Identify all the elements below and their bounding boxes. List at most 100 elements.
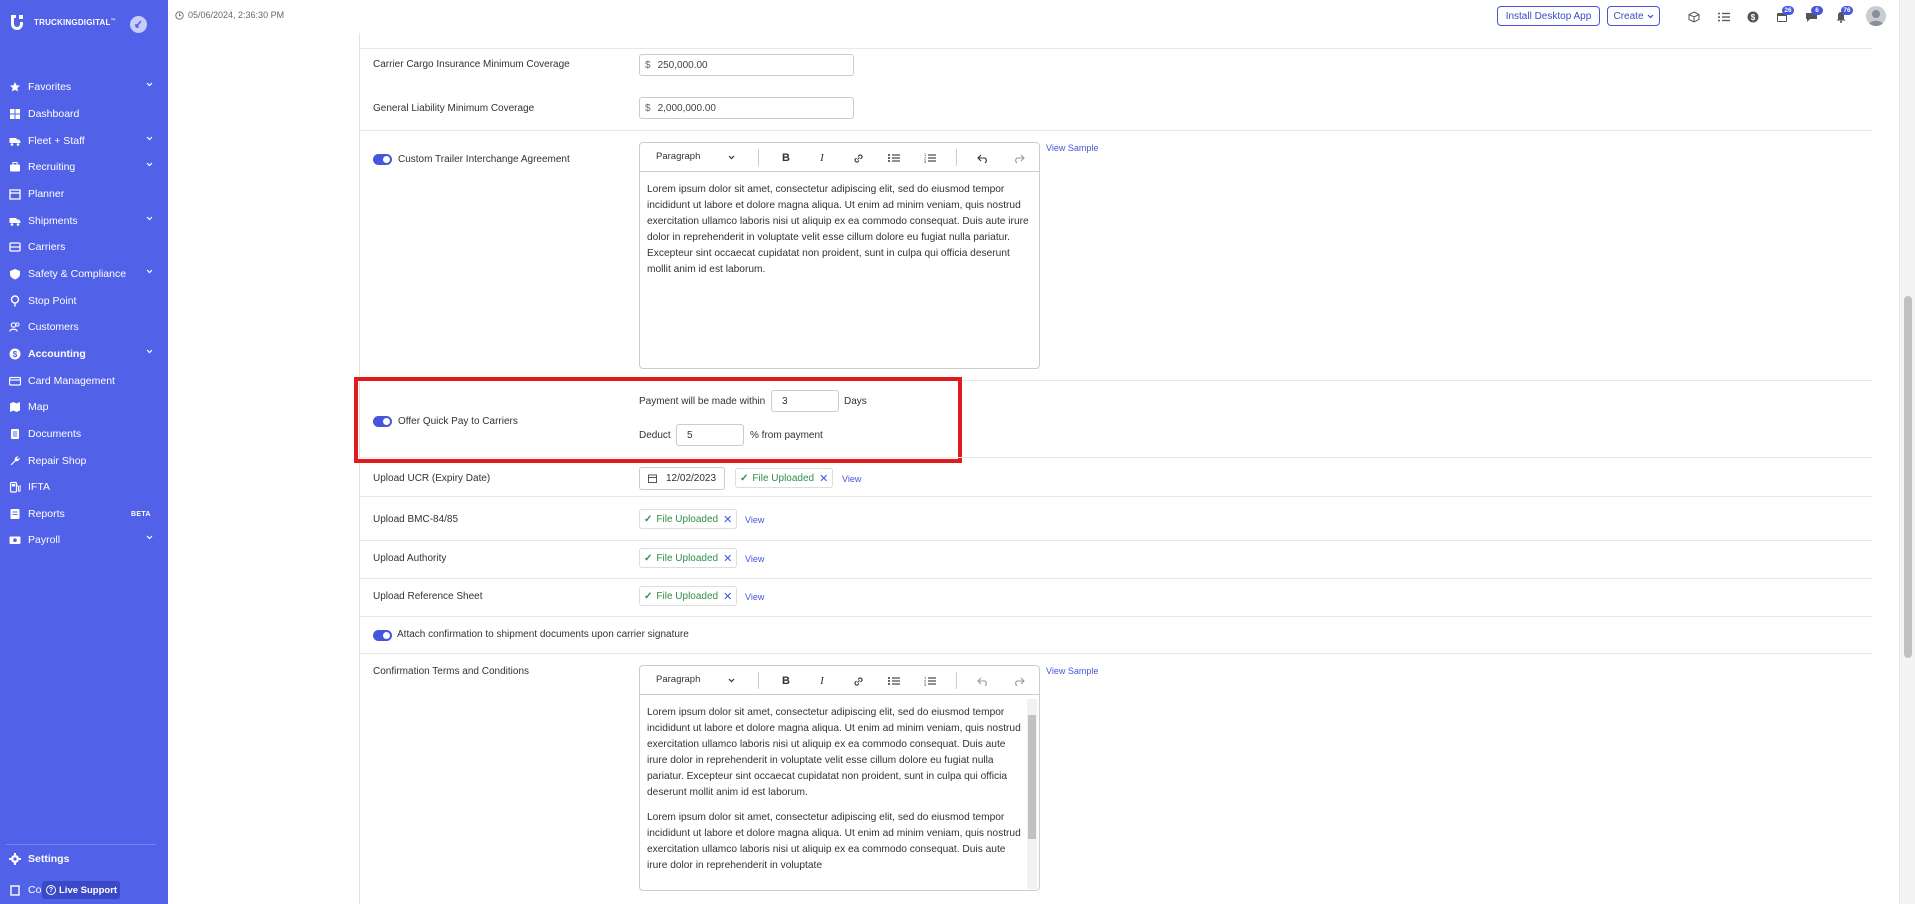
sidebar-item-customers[interactable]: Customers [0, 317, 168, 337]
editor-scrollbar[interactable] [1027, 699, 1037, 889]
payroll-icon [8, 534, 21, 547]
sidebar-item-map[interactable]: Map [0, 397, 168, 417]
editor-content[interactable]: Lorem ipsum dolor sit amet, consectetur … [640, 695, 1039, 890]
reference-view-link[interactable]: View [745, 592, 764, 602]
remove-file-icon[interactable]: ✕ [723, 590, 732, 603]
italic-icon[interactable]: I [815, 151, 829, 165]
bell-icon[interactable]: 76 [1834, 6, 1853, 24]
calendar-icon[interactable]: 26 [1775, 6, 1794, 24]
sidebar-item-favorites[interactable]: Favorites [0, 77, 168, 97]
box-icon[interactable] [1687, 10, 1701, 24]
editor-toolbar: Paragraph B I 123 [640, 143, 1039, 172]
sidebar-item-dashboard[interactable]: Dashboard [0, 104, 168, 124]
remove-file-icon[interactable]: ✕ [723, 552, 732, 565]
bold-icon[interactable]: B [779, 674, 793, 688]
trailer-agreement-toggle[interactable] [373, 154, 392, 165]
create-button[interactable]: Create [1607, 6, 1660, 26]
ucr-view-link[interactable]: View [842, 474, 861, 484]
avatar[interactable] [1866, 6, 1886, 26]
sidebar-item-carriers[interactable]: Carriers [0, 237, 168, 257]
undo-icon[interactable] [976, 674, 990, 688]
row-divider [360, 48, 1872, 49]
undo-icon[interactable] [976, 151, 990, 165]
remove-file-icon[interactable]: ✕ [723, 513, 732, 526]
chevron-down-icon[interactable] [146, 269, 153, 274]
terms-editor[interactable]: Paragraph B I 123 Lorem ipsum dolor sit … [639, 665, 1040, 891]
sidebar-item-shipments[interactable]: Shipments [0, 211, 168, 231]
format-select[interactable]: Paragraph [656, 151, 700, 162]
chevron-down-icon[interactable] [146, 535, 153, 540]
sidebar-item-stop-point[interactable]: Stop Point [0, 291, 168, 311]
brand[interactable]: TRUCKINGDIGITAL™ [9, 13, 159, 35]
payment-days-input[interactable]: 3 [771, 390, 839, 412]
quickpay-toggle[interactable] [373, 416, 392, 427]
trailer-view-sample-link[interactable]: View Sample [1046, 143, 1098, 153]
chevron-down-icon[interactable] [146, 136, 153, 141]
italic-icon[interactable]: I [815, 674, 829, 688]
sidebar-item-label: Repair Shop [28, 455, 87, 467]
trailer-agreement-editor[interactable]: Paragraph B I 123 Lorem ipsum dolor sit … [639, 142, 1040, 369]
fuel-icon [8, 481, 21, 494]
format-select[interactable]: Paragraph [656, 674, 700, 685]
sidebar-item-settings[interactable]: Settings [0, 849, 168, 869]
ucr-expiry-date-input[interactable]: 12/02/2023 [639, 467, 725, 490]
deduct-percent-input[interactable]: 5 [676, 424, 744, 446]
chevron-down-icon[interactable] [146, 216, 153, 221]
sidebar-item-fleet-staff[interactable]: Fleet + Staff [0, 131, 168, 151]
cargo-coverage-input[interactable]: $ 250,000.00 [639, 54, 854, 76]
sidebar-item-payroll[interactable]: Payroll [0, 530, 168, 550]
sidebar-item-documents[interactable]: Documents [0, 424, 168, 444]
sidebar-item-planner[interactable]: Planner [0, 184, 168, 204]
svg-text:$: $ [12, 350, 17, 359]
sidebar-item-label: Safety & Compliance [28, 268, 127, 280]
chat-icon[interactable]: 6 [1804, 6, 1823, 24]
sidebar-item-recruiting[interactable]: Recruiting [0, 157, 168, 177]
attach-confirmation-toggle[interactable] [373, 630, 392, 641]
row-divider [360, 540, 1872, 541]
live-support-button[interactable]: ? Live Support [42, 881, 120, 899]
dollar-circle-icon[interactable]: $ [1746, 10, 1760, 24]
bullet-list-icon[interactable] [887, 674, 901, 688]
terms-view-sample-link[interactable]: View Sample [1046, 666, 1098, 676]
bold-icon[interactable]: B [779, 151, 793, 165]
gear-icon [8, 853, 21, 866]
redo-icon[interactable] [1012, 674, 1026, 688]
help-icon: ? [46, 885, 56, 895]
calendar-icon [648, 474, 657, 483]
chevron-down-icon[interactable] [146, 162, 153, 167]
numbered-list-icon[interactable]: 123 [923, 151, 937, 165]
link-icon[interactable] [851, 674, 865, 688]
bullet-list-icon[interactable] [887, 151, 901, 165]
liability-coverage-value: 2,000,000.00 [657, 102, 716, 114]
chevron-down-icon[interactable] [146, 82, 153, 87]
sidebar-item-ifta[interactable]: IFTA [0, 477, 168, 497]
page-scrollbar[interactable] [1899, 0, 1915, 904]
redo-icon[interactable] [1012, 151, 1026, 165]
editor-scrollbar-thumb[interactable] [1028, 715, 1036, 839]
bmc-upload-label: Upload BMC-84/85 [373, 514, 459, 525]
bmc-view-link[interactable]: View [745, 515, 764, 525]
sidebar-item-label: Customers [28, 321, 79, 333]
list-icon[interactable] [1717, 10, 1731, 24]
sidebar-item-safety-compliance[interactable]: Safety & Compliance [0, 264, 168, 284]
sidebar-item-reports[interactable]: Reports BETA [0, 504, 168, 524]
sidebar-item-repair-shop[interactable]: Repair Shop [0, 451, 168, 471]
sidebar-item-label: Recruiting [28, 161, 76, 173]
sidebar-item-label: Card Management [28, 375, 115, 387]
authority-view-link[interactable]: View [745, 554, 764, 564]
chevron-down-icon[interactable] [146, 349, 153, 354]
row-divider [360, 578, 1872, 579]
liability-coverage-input[interactable]: $ 2,000,000.00 [639, 97, 854, 119]
install-desktop-app-button[interactable]: Install Desktop App [1497, 6, 1600, 26]
sidebar-item-label: Payroll [28, 534, 61, 546]
sidebar-item-accounting[interactable]: $ Accounting [0, 344, 168, 364]
check-icon: ✓ [644, 513, 653, 525]
star-icon [8, 81, 21, 94]
editor-content[interactable]: Lorem ipsum dolor sit amet, consectetur … [640, 172, 1039, 278]
sidebar-collapse-button[interactable] [130, 16, 147, 33]
sidebar-item-card-management[interactable]: Card Management [0, 371, 168, 391]
page-scrollbar-thumb[interactable] [1904, 296, 1912, 658]
numbered-list-icon[interactable]: 123 [923, 674, 937, 688]
remove-file-icon[interactable]: ✕ [819, 472, 828, 485]
link-icon[interactable] [851, 151, 865, 165]
